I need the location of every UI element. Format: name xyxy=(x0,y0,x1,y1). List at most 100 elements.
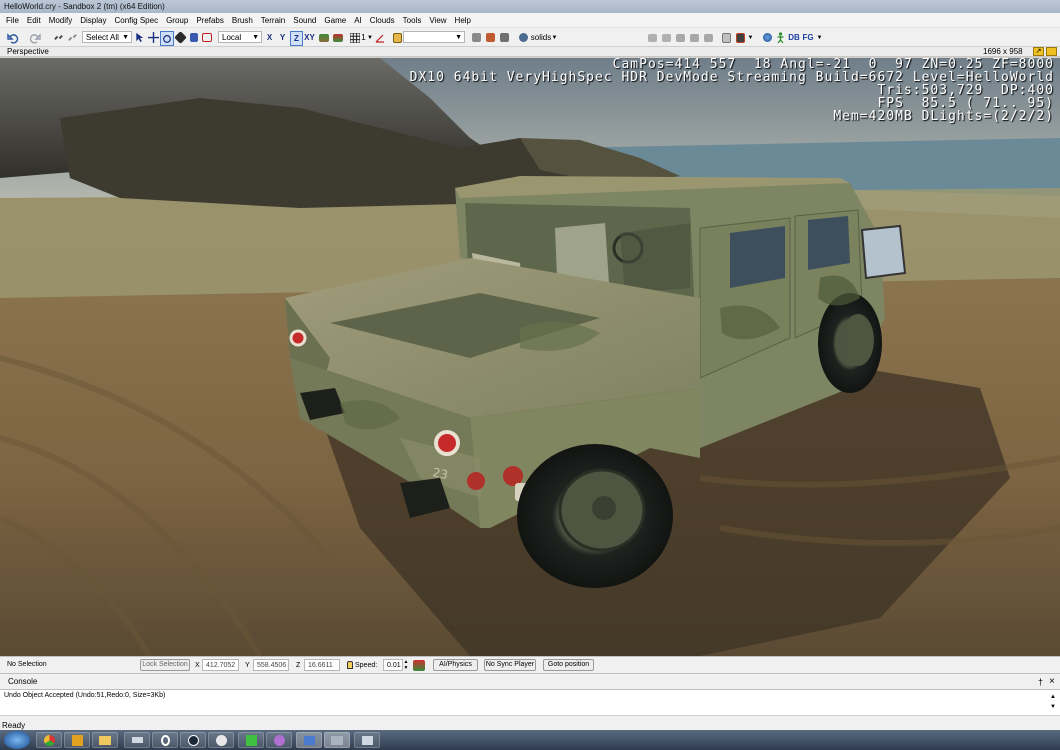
undo-button[interactable] xyxy=(6,31,20,44)
person-icon xyxy=(777,32,784,43)
rect-select-button[interactable] xyxy=(201,31,213,44)
taskbar-app-12[interactable] xyxy=(354,732,380,748)
start-button[interactable] xyxy=(4,731,30,749)
speed-spinner[interactable]: ▲ ▼ xyxy=(403,659,409,671)
lock-selection-button[interactable]: Lock Selection xyxy=(140,659,190,671)
chevron-down-icon[interactable]: ▼ xyxy=(551,31,558,44)
speed-field[interactable]: 0.01 xyxy=(383,659,403,671)
expand-icon: ↗ xyxy=(1035,48,1042,55)
menu-view[interactable]: View xyxy=(429,16,446,25)
taskbar-app-5[interactable] xyxy=(152,732,178,748)
viewport-header: Perspective 1696 x 958 ↗ xyxy=(0,47,1060,57)
chevron-down-icon: ▼ xyxy=(252,34,259,41)
layer-dropdown[interactable]: ▼ xyxy=(403,31,465,43)
status-bar: Ready xyxy=(0,716,1060,730)
taskbar-app-2[interactable] xyxy=(64,732,90,748)
axis-x-button[interactable]: X xyxy=(264,31,275,44)
menu-config-spec[interactable]: Config Spec xyxy=(114,16,158,25)
console-output[interactable]: Undo Object Accepted (Undo:51,Redo:0, Si… xyxy=(0,690,1060,716)
terrain-snap-button[interactable] xyxy=(318,31,330,44)
grid-icon xyxy=(350,32,361,43)
toolbar-tool-button-9[interactable] xyxy=(720,31,732,44)
chevron-down-icon[interactable]: ▼ xyxy=(747,31,754,44)
taskbar-app-8[interactable] xyxy=(238,732,264,748)
toolbar-tool-button-10[interactable] xyxy=(734,31,746,44)
folder-icon xyxy=(99,735,111,745)
axis-z-button[interactable]: Z xyxy=(290,31,303,46)
grid-snap-button[interactable]: 1 xyxy=(347,31,369,44)
rotate-tool-button[interactable] xyxy=(160,31,174,46)
character-button[interactable] xyxy=(775,31,786,44)
axis-xy-button[interactable]: XY xyxy=(303,31,316,44)
database-button[interactable]: DB xyxy=(788,31,800,44)
maximize-viewport-button[interactable]: ↗ xyxy=(1033,47,1044,56)
toolbar-tool-button-8[interactable] xyxy=(702,31,714,44)
console-scroll-down[interactable]: ▼ xyxy=(1050,704,1056,710)
menu-ai[interactable]: AI xyxy=(354,16,362,25)
angle-snap-button[interactable] xyxy=(374,31,386,44)
toolbar-tool-button-7[interactable] xyxy=(688,31,700,44)
layer-button[interactable] xyxy=(392,31,402,44)
y-coord-field[interactable]: 558.4506 xyxy=(253,659,289,671)
menu-display[interactable]: Display xyxy=(80,16,106,25)
z-coord-field[interactable]: 16.6611 xyxy=(304,659,340,671)
lock-icon[interactable] xyxy=(347,661,353,669)
flowgraph-button[interactable]: FG xyxy=(802,31,814,44)
select-terrain-button[interactable] xyxy=(188,31,200,44)
redo-button[interactable] xyxy=(28,31,42,44)
scale-tool-button[interactable] xyxy=(173,31,187,44)
taskbar-app-9[interactable] xyxy=(266,732,292,748)
perspective-viewport[interactable]: 23 CamPos=414 557 18 Angl=-21 0 97 ZN=0.… xyxy=(0,58,1060,656)
select-mode-dropdown[interactable]: Select All ▼ xyxy=(82,31,132,43)
toolbar-tool-button-2[interactable] xyxy=(484,31,496,44)
pin-icon[interactable]: † xyxy=(1038,674,1043,690)
select-tool-button[interactable] xyxy=(134,31,146,44)
toolbar-tool-button-5[interactable] xyxy=(660,31,672,44)
no-sync-player-button[interactable]: No Sync Player xyxy=(484,659,536,671)
taskbar-app-10[interactable] xyxy=(296,732,322,748)
tool-icon xyxy=(647,33,657,42)
menu-terrain[interactable]: Terrain xyxy=(261,16,285,25)
chevron-down-icon[interactable]: ▼ xyxy=(367,31,373,44)
viewport-options-button[interactable] xyxy=(1046,47,1057,56)
unlink-button[interactable] xyxy=(66,31,78,44)
globe-button[interactable] xyxy=(762,31,773,44)
menu-prefabs[interactable]: Prefabs xyxy=(196,16,224,25)
menu-file[interactable]: File xyxy=(6,16,19,25)
ai-physics-button[interactable]: AI/Physics xyxy=(433,659,478,671)
object-snap-button[interactable] xyxy=(332,31,344,44)
console-scroll-up[interactable]: ▲ xyxy=(1050,694,1056,700)
menu-edit[interactable]: Edit xyxy=(27,16,41,25)
taskbar-app-4[interactable] xyxy=(124,732,150,748)
x-coord-field[interactable]: 412.7052 xyxy=(202,659,239,671)
taskbar-chrome[interactable] xyxy=(36,732,62,748)
taskbar-explorer[interactable] xyxy=(92,732,118,748)
goto-position-button[interactable]: Goto position xyxy=(543,659,594,671)
coord-system-value: Local xyxy=(222,33,242,42)
menu-group[interactable]: Group xyxy=(166,16,188,25)
menu-tools[interactable]: Tools xyxy=(403,16,422,25)
render-mode-button[interactable]: solids xyxy=(514,31,556,44)
menu-game[interactable]: Game xyxy=(324,16,346,25)
menu-help[interactable]: Help xyxy=(455,16,471,25)
close-icon[interactable]: × xyxy=(1049,674,1055,690)
axis-y-button[interactable]: Y xyxy=(277,31,288,44)
taskbar-sandbox[interactable] xyxy=(324,732,350,748)
move-tool-button[interactable] xyxy=(147,31,159,44)
menu-brush[interactable]: Brush xyxy=(232,16,253,25)
chevron-down-icon[interactable]: ▼ xyxy=(816,31,823,44)
taskbar-steam[interactable] xyxy=(180,732,206,748)
record-button[interactable] xyxy=(413,660,425,671)
menu-clouds[interactable]: Clouds xyxy=(370,16,395,25)
toolbar-tool-button-3[interactable] xyxy=(498,31,510,44)
menu-sound[interactable]: Sound xyxy=(293,16,316,25)
toolbar-tool-button-6[interactable] xyxy=(674,31,686,44)
menu-modify[interactable]: Modify xyxy=(49,16,73,25)
link-button[interactable] xyxy=(52,31,64,44)
coord-system-dropdown[interactable]: Local ▼ xyxy=(218,31,262,43)
toolbar-tool-button-1[interactable] xyxy=(470,31,482,44)
toolbar-tool-button-4[interactable] xyxy=(646,31,658,44)
taskbar-app-7[interactable] xyxy=(208,732,234,748)
viewport-name[interactable]: Perspective xyxy=(7,47,49,57)
windows-taskbar xyxy=(0,730,1060,750)
